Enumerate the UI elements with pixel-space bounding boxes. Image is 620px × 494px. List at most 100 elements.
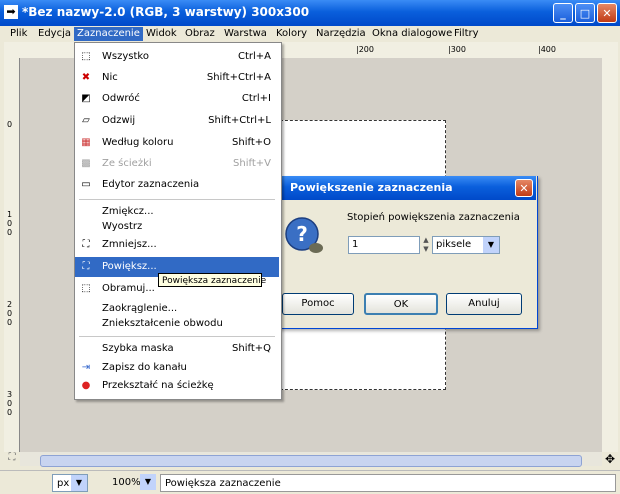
spin-buttons[interactable]: ▲ ▼ bbox=[421, 236, 431, 254]
cancel-button[interactable]: Anuluj bbox=[446, 293, 522, 315]
selection-editor-icon: ▭ bbox=[81, 179, 91, 190]
menu-filtry[interactable]: Filtry bbox=[451, 27, 482, 41]
grow-icon: ⛶ bbox=[82, 261, 90, 272]
select-all-icon: ⬚ bbox=[81, 51, 91, 62]
svg-text:?: ? bbox=[296, 222, 308, 246]
menu-item-znieksztalcenie-obwodu[interactable]: Zniekształcenie obwodu bbox=[75, 314, 279, 334]
menu-bar: Plik Edycja Zaznaczenie Widok Obraz Wars… bbox=[0, 26, 620, 42]
border-icon: ⬚ bbox=[81, 283, 91, 294]
status-bar: px ▼ 100% ▼ Powiększa zaznaczenie bbox=[0, 470, 620, 494]
menu-separator bbox=[79, 336, 275, 337]
menu-item-label: Odzwij bbox=[102, 115, 136, 126]
menu-kolory[interactable]: Kolory bbox=[273, 27, 310, 41]
menu-item-zapisz-do-kanalu[interactable]: ⇥ Zapisz do kanału bbox=[75, 358, 279, 378]
window-titlebar: ➡ *Bez nazwy-2.0 (RGB, 3 warstwy) 300x30… bbox=[0, 0, 620, 26]
menu-item-odwroc[interactable]: ◩ Odwróć Ctrl+I bbox=[75, 89, 279, 109]
window-title: *Bez nazwy-2.0 (RGB, 3 warstwy) 300x300 bbox=[22, 5, 310, 19]
ruler-label: |200 bbox=[356, 45, 374, 54]
menu-item-label: Wszystko bbox=[102, 51, 149, 62]
menu-item-label: Nic bbox=[102, 72, 118, 83]
ruler-label: |300 bbox=[448, 45, 466, 54]
menu-item-wyostrz[interactable]: Wyostrz bbox=[75, 217, 279, 237]
menu-item-label: Edytor zaznaczenia bbox=[102, 179, 200, 190]
close-button[interactable]: ✕ bbox=[597, 3, 617, 23]
menu-item-shortcut: Ctrl+I bbox=[241, 93, 271, 104]
menu-item-przeksztalc-na-sciezke[interactable]: ● Przekształć na ścieżkę bbox=[75, 376, 279, 396]
menu-item-ze-sciezki[interactable]: ▩ Ze ścieżki Shift+V bbox=[75, 154, 279, 174]
menu-plik[interactable]: Plik bbox=[7, 27, 30, 41]
menu-item-label: Zapisz do kanału bbox=[102, 362, 187, 373]
dialog-titlebar: Powiększenie zaznaczenia ✕ bbox=[272, 176, 536, 200]
maximize-button[interactable]: □ bbox=[575, 3, 595, 23]
menu-item-shortcut: Shift+O bbox=[232, 137, 271, 148]
ruler-label: 0 bbox=[7, 120, 13, 129]
menu-narzedzia[interactable]: Narzędzia bbox=[313, 27, 369, 41]
dialog-close-button[interactable]: ✕ bbox=[515, 179, 533, 197]
unit-select[interactable]: piksele ▼ bbox=[432, 236, 500, 254]
invert-icon: ◩ bbox=[81, 93, 91, 104]
menu-item-label: Szybka maska bbox=[102, 343, 174, 354]
chevron-down-icon: ▼ bbox=[71, 475, 87, 491]
ruler-corner-button[interactable] bbox=[4, 42, 20, 58]
selection-menu: ⬚ Wszystko Ctrl+A ✖ Nic Shift+Ctrl+A ◩ O… bbox=[74, 42, 282, 400]
menu-item-label: Przekształć na ścieżkę bbox=[102, 380, 214, 391]
vertical-ruler: 0 100 200 300 bbox=[4, 58, 20, 452]
menu-item-label: Według koloru bbox=[102, 137, 174, 148]
menu-item-shortcut: Shift+V bbox=[233, 158, 271, 169]
unit-select-value: piksele bbox=[436, 239, 472, 250]
ruler-label: 300 bbox=[7, 390, 13, 417]
menu-item-shortcut: Ctrl+A bbox=[237, 51, 271, 62]
float-icon: ▱ bbox=[82, 115, 90, 126]
ruler-label: 100 bbox=[7, 210, 13, 237]
zoom-combo[interactable]: 100% ▼ bbox=[100, 474, 156, 492]
menu-obraz[interactable]: Obraz bbox=[182, 27, 218, 41]
menu-widok[interactable]: Widok bbox=[143, 27, 180, 41]
horizontal-scroll-thumb[interactable] bbox=[40, 455, 582, 467]
menu-item-wszystko[interactable]: ⬚ Wszystko Ctrl+A bbox=[75, 47, 279, 67]
menu-zaznaczenie[interactable]: Zaznaczenie bbox=[74, 27, 143, 41]
menu-item-shortcut: Shift+Q bbox=[232, 343, 271, 354]
menu-warstwa[interactable]: Warstwa bbox=[221, 27, 270, 41]
menu-item-odzwij[interactable]: ▱ Odzwij Shift+Ctrl+L bbox=[75, 111, 279, 131]
shrink-icon: ⛶ bbox=[82, 239, 90, 250]
menu-item-shortcut: Shift+Ctrl+A bbox=[206, 72, 271, 83]
status-message: Powiększa zaznaczenie bbox=[160, 474, 616, 492]
grow-amount-label: Stopień powiększenia zaznaczenia bbox=[347, 212, 520, 223]
minimize-button[interactable]: _ bbox=[553, 3, 573, 23]
by-color-icon: ▦ bbox=[81, 137, 91, 148]
select-none-icon: ✖ bbox=[81, 72, 91, 83]
to-path-icon: ● bbox=[81, 380, 91, 391]
vertical-scrollbar[interactable] bbox=[602, 42, 618, 452]
menu-item-nic[interactable]: ✖ Nic Shift+Ctrl+A bbox=[75, 68, 279, 88]
zoom-value: 100% bbox=[112, 477, 141, 488]
menu-item-wedlug-koloru[interactable]: ▦ Według koloru Shift+O bbox=[75, 133, 279, 153]
menu-item-label: Obramuj... bbox=[102, 283, 155, 294]
help-button[interactable]: Pomoc bbox=[282, 293, 354, 315]
ruler-label: |400 bbox=[538, 45, 556, 54]
tooltip: Powiększa zaznaczenie bbox=[158, 273, 266, 287]
gimp-app-icon: ➡ bbox=[4, 5, 18, 19]
menu-item-label: Ze ścieżki bbox=[102, 158, 152, 169]
save-channel-icon: ⇥ bbox=[81, 362, 91, 373]
menu-item-label: Wyostrz bbox=[102, 221, 143, 232]
menu-item-shortcut: Shift+Ctrl+L bbox=[208, 115, 271, 126]
question-icon: ? bbox=[285, 217, 323, 253]
menu-item-edytor-zaznaczenia[interactable]: ▭ Edytor zaznaczenia bbox=[75, 175, 279, 195]
menu-item-label: Powiększ... bbox=[102, 261, 157, 272]
menu-item-label: Zmniejsz... bbox=[102, 239, 157, 250]
dialog-title: Powiększenie zaznaczenia bbox=[290, 181, 453, 194]
menu-item-szybka-maska[interactable]: Szybka maska Shift+Q bbox=[75, 339, 279, 359]
menu-item-zmniejsz[interactable]: ⛶ Zmniejsz... bbox=[75, 235, 279, 255]
from-path-icon: ▩ bbox=[81, 158, 91, 169]
menu-separator bbox=[79, 199, 275, 200]
menu-okna-dialogowe[interactable]: Okna dialogowe bbox=[369, 27, 455, 41]
navigate-icon[interactable]: ✥ bbox=[602, 452, 618, 466]
chevron-down-icon: ▼ bbox=[140, 474, 156, 490]
quick-mask-icon[interactable]: ⛶ bbox=[4, 452, 20, 466]
menu-edycja[interactable]: Edycja bbox=[35, 27, 74, 41]
grow-amount-input[interactable]: 1 bbox=[348, 236, 420, 254]
ruler-label: 200 bbox=[7, 300, 13, 327]
unit-value: px bbox=[57, 478, 70, 489]
ok-button[interactable]: OK bbox=[364, 293, 438, 315]
unit-combo[interactable]: px ▼ bbox=[52, 474, 88, 492]
